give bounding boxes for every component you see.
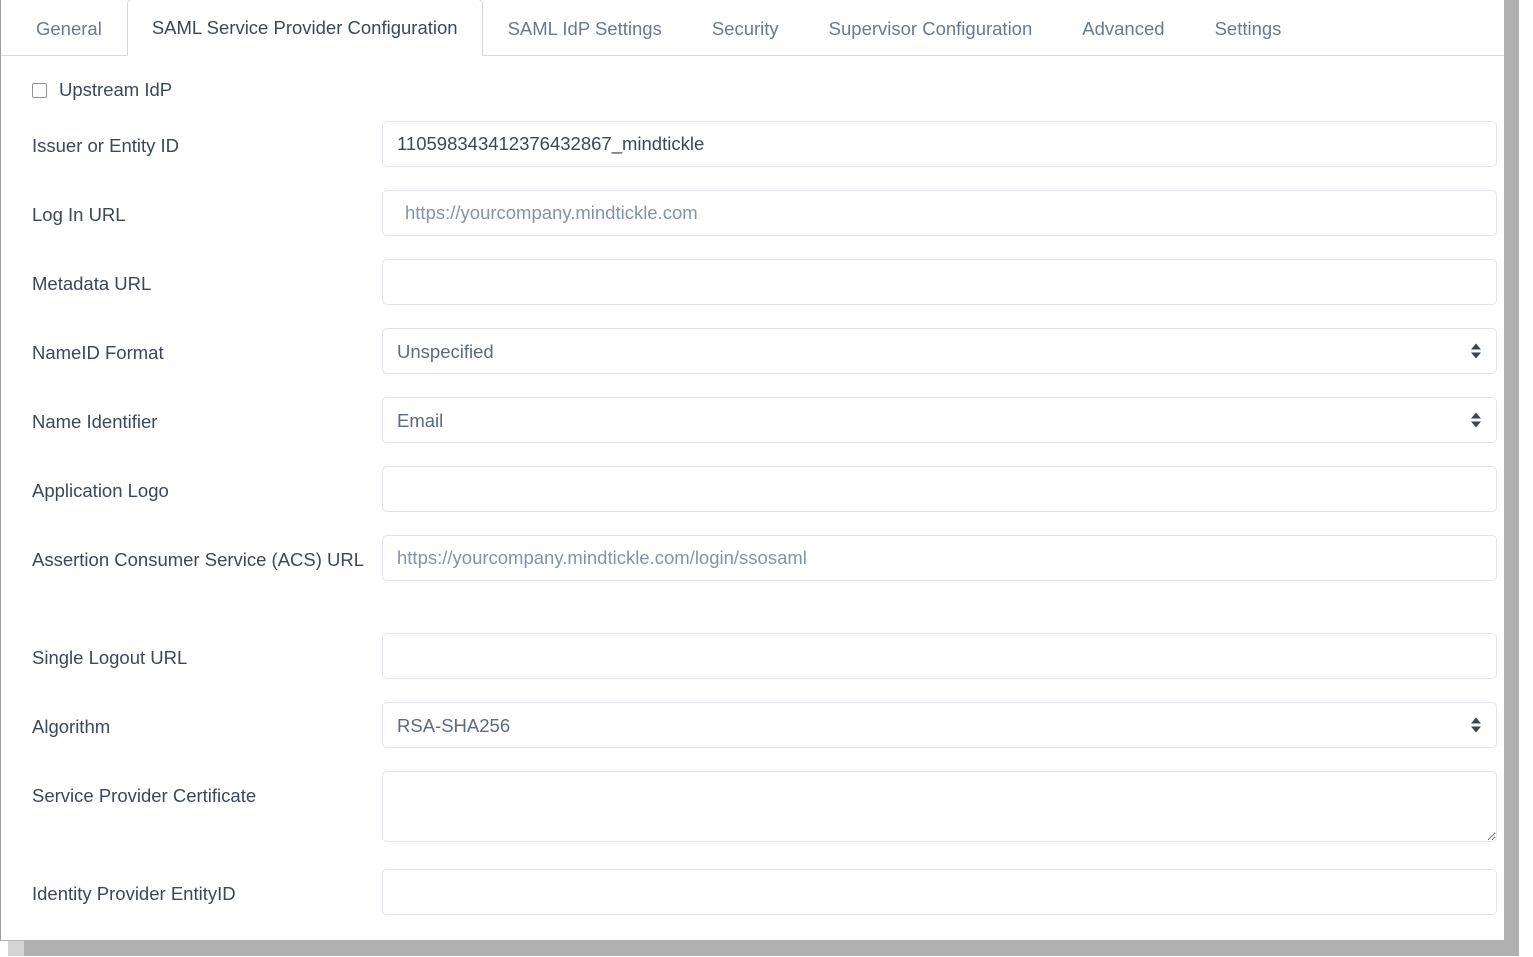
form-row-log-in-url: Log In URL xyxy=(2,184,1505,253)
tab-general[interactable]: General xyxy=(11,1,127,55)
vertical-scrollbar[interactable] xyxy=(1504,0,1519,941)
form-row-service-provider-certificate: Service Provider Certificate xyxy=(2,765,1505,863)
label-algorithm: Algorithm xyxy=(32,716,111,737)
tab-bar: General SAML Service Provider Configurati… xyxy=(1,0,1505,56)
label-nameid-format: NameID Format xyxy=(32,342,164,363)
field-wrap-algorithm: RSA-SHA256 xyxy=(382,696,1505,748)
label-service-provider-certificate: Service Provider Certificate xyxy=(32,785,257,806)
field-wrap-identity-provider-entityid xyxy=(382,863,1505,915)
select-algorithm[interactable]: RSA-SHA256 xyxy=(382,702,1497,748)
input-metadata-url[interactable] xyxy=(382,259,1497,305)
form-row-single-logout-url: Single Logout URL xyxy=(2,627,1505,696)
label-assertion-consumer-service-acs-url: Assertion Consumer Service (ACS) URL xyxy=(32,549,365,570)
horizontal-scrollbar[interactable] xyxy=(24,941,1519,956)
field-wrap-service-provider-certificate xyxy=(382,765,1505,842)
field-wrap-log-in-url xyxy=(382,184,1505,236)
upstream-idp-label: Upstream IdP xyxy=(59,79,173,100)
select-wrap-algorithm: RSA-SHA256 xyxy=(382,702,1497,748)
label-log-in-url: Log In URL xyxy=(32,204,126,225)
input-log-in-url[interactable] xyxy=(382,190,1497,236)
form-row-algorithm: Algorithm RSA-SHA256 xyxy=(2,696,1505,765)
tab-settings[interactable]: Settings xyxy=(1190,1,1307,55)
tab-saml-service-provider-configuration[interactable]: SAML Service Provider Configuration xyxy=(126,0,483,56)
select-name-identifier[interactable]: Email xyxy=(382,397,1497,443)
select-wrap-name-identifier: Email xyxy=(382,397,1497,443)
scrollbar-corner xyxy=(8,941,24,956)
upstream-idp-checkbox[interactable] xyxy=(32,82,47,98)
app-root: General SAML Service Provider Configurati… xyxy=(0,0,1533,957)
input-issuer-or-entity-id[interactable] xyxy=(382,121,1497,167)
label-name-identifier: Name Identifier xyxy=(32,411,158,432)
field-wrap-assertion-consumer-service-acs-url xyxy=(382,529,1505,581)
tab-security[interactable]: Security xyxy=(687,1,804,55)
field-wrap-nameid-format: Unspecified xyxy=(382,322,1505,374)
form-row-issuer-or-entity-id: Issuer or Entity ID xyxy=(2,115,1505,184)
label-single-logout-url: Single Logout URL xyxy=(32,647,188,668)
field-wrap-single-logout-url xyxy=(382,627,1505,679)
form-row-assertion-consumer-service-acs-url: Assertion Consumer Service (ACS) URL xyxy=(2,529,1505,627)
upstream-idp-row[interactable]: Upstream IdP xyxy=(2,57,1505,115)
tab-panel-saml-service-provider-configuration: Upstream IdP Issuer or Entity ID Log In U… xyxy=(2,57,1505,940)
saml-config-form: Issuer or Entity ID Log In URL Metadata UR… xyxy=(2,115,1505,932)
tab-supervisor-configuration[interactable]: Supervisor Configuration xyxy=(804,1,1058,55)
form-row-application-logo: Application Logo xyxy=(2,460,1505,529)
tab-saml-idp-settings[interactable]: SAML IdP Settings xyxy=(483,1,687,55)
select-wrap-nameid-format: Unspecified xyxy=(382,328,1497,374)
field-wrap-application-logo xyxy=(382,460,1505,512)
input-application-logo[interactable] xyxy=(382,466,1497,512)
select-nameid-format[interactable]: Unspecified xyxy=(382,328,1497,374)
label-identity-provider-entityid: Identity Provider EntityID xyxy=(32,883,236,904)
label-metadata-url: Metadata URL xyxy=(32,273,152,294)
form-row-name-identifier: Name Identifier Email xyxy=(2,391,1505,460)
form-row-nameid-format: NameID Format Unspecified xyxy=(2,322,1505,391)
input-identity-provider-entityid[interactable] xyxy=(382,869,1497,915)
window-frame: General SAML Service Provider Configurati… xyxy=(0,0,1519,941)
form-row-identity-provider-entityid: Identity Provider EntityID xyxy=(2,863,1505,932)
field-wrap-name-identifier: Email xyxy=(382,391,1505,443)
form-row-metadata-url: Metadata URL xyxy=(2,253,1505,322)
label-application-logo: Application Logo xyxy=(32,480,169,501)
field-wrap-issuer-or-entity-id xyxy=(382,115,1505,167)
label-issuer-or-entity-id: Issuer or Entity ID xyxy=(32,135,180,156)
tab-advanced[interactable]: Advanced xyxy=(1057,1,1189,55)
input-single-logout-url[interactable] xyxy=(382,633,1497,679)
field-wrap-metadata-url xyxy=(382,253,1505,305)
input-assertion-consumer-service-acs-url[interactable] xyxy=(382,535,1497,581)
textarea-service-provider-certificate[interactable] xyxy=(382,771,1497,842)
